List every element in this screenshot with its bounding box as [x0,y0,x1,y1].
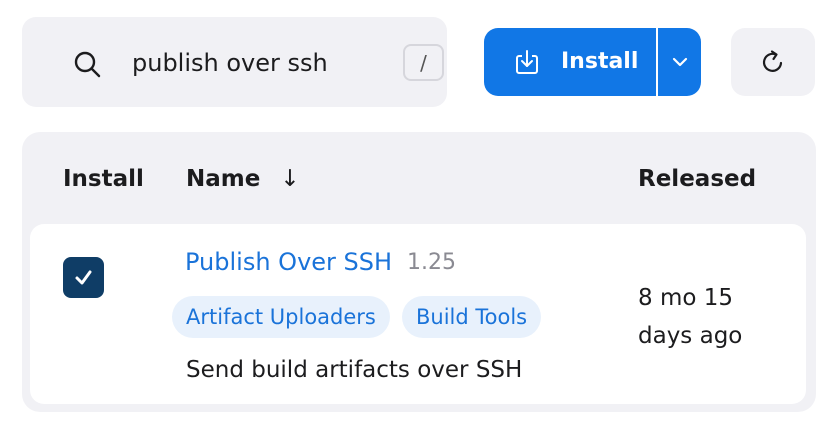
checkmark-icon [75,270,92,285]
install-button[interactable]: Install [484,28,656,96]
plugin-version: 1.25 [407,250,456,275]
sort-descending-icon: ↓ [280,166,300,192]
column-header-name[interactable]: Name ↓ [186,166,300,192]
column-header-install: Install [63,166,144,192]
search-box[interactable]: / [22,17,447,107]
install-button-label: Install [561,49,639,74]
category-tag[interactable]: Build Tools [402,296,542,338]
category-tag[interactable]: Artifact Uploaders [172,296,390,338]
release-date: 8 mo 15 days ago [638,285,743,349]
install-options-dropdown[interactable] [658,28,701,96]
plugin-name-link[interactable]: Publish Over SSH [185,248,392,276]
install-checkbox[interactable] [63,257,104,298]
keyboard-shortcut-hint: / [403,44,444,81]
search-icon [74,51,101,78]
chevron-down-icon [672,57,688,67]
column-header-name-label: Name [186,166,261,192]
refresh-button[interactable] [731,28,815,96]
plugin-description: Send build artifacts over SSH [186,357,523,383]
search-input[interactable] [132,48,392,78]
table-row: Publish Over SSH 1.25 Artifact Uploaders… [30,224,806,404]
plugins-table: Install Name ↓ Released Publish Over SSH … [22,132,816,412]
download-icon [516,50,538,74]
refresh-icon [762,50,783,72]
column-header-released[interactable]: Released [638,166,756,192]
